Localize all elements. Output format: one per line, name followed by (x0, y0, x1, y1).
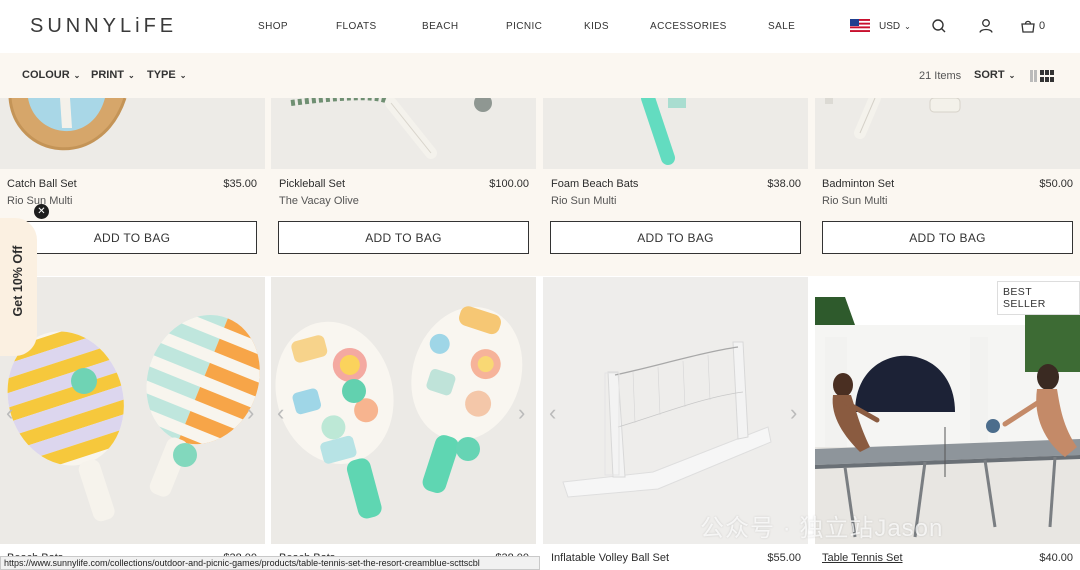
chevron-down-icon: ⌄ (904, 22, 911, 31)
product-price: $40.00 (1039, 552, 1073, 564)
chevron-down-icon: ⌄ (73, 71, 81, 80)
product-name[interactable]: Foam Beach Bats (551, 178, 638, 190)
items-count: 21 Items (919, 70, 962, 82)
chevron-down-icon: ⌄ (128, 71, 135, 80)
main-nav: SHOP FLOATS BEACH PICNIC KIDS ACCESSORIE… (258, 21, 808, 32)
product-image-beach-bats-yellow[interactable] (0, 277, 265, 544)
carousel-next-icon[interactable]: › (790, 400, 797, 426)
product-image-badminton-set[interactable] (815, 98, 1080, 169)
search-icon[interactable] (930, 17, 948, 35)
currency-selector[interactable]: USD ⌄ (879, 21, 911, 32)
nav-beach[interactable]: BEACH (422, 21, 506, 32)
product-price: $100.00 (489, 178, 529, 190)
filter-type-label: TYPE (147, 69, 176, 81)
nav-picnic[interactable]: PICNIC (506, 21, 584, 32)
product-image-beach-bats-stickers[interactable] (271, 277, 536, 544)
chevron-down-icon: ⌄ (1008, 71, 1016, 80)
account-icon[interactable] (977, 17, 995, 35)
brand-logo[interactable]: SUNNYLiFE (30, 15, 177, 38)
product-price: $55.00 (767, 552, 801, 564)
nav-accessories[interactable]: ACCESSORIES (650, 21, 768, 32)
add-to-bag-button[interactable]: ADD TO BAG (822, 221, 1073, 254)
watermark-text: 公众号 · 独立站Jason (700, 515, 944, 542)
chevron-down-icon: ⌄ (179, 71, 187, 80)
product-image-catch-ball-set[interactable] (0, 98, 265, 169)
link-status-bar: https://www.sunnylife.com/collections/ou… (0, 556, 540, 570)
product-image-foam-beach-bats[interactable] (543, 98, 808, 169)
filter-type[interactable]: TYPE ⌄ (147, 69, 186, 81)
carousel-next-icon[interactable]: › (247, 400, 254, 426)
product-image-inflatable-volley-ball-set[interactable] (543, 277, 808, 544)
sort-label: SORT (974, 69, 1005, 81)
us-flag-icon[interactable] (850, 19, 870, 32)
product-image-table-tennis-set[interactable] (815, 277, 1080, 544)
product-image-pickleball-set[interactable] (271, 98, 536, 169)
product-name[interactable]: Table Tennis Set (822, 552, 903, 564)
product-name[interactable]: Inflatable Volley Ball Set (551, 552, 669, 564)
cart-count[interactable]: 0 (1039, 20, 1045, 32)
add-to-bag-button[interactable]: ADD TO BAG (550, 221, 801, 254)
site-header: SUNNYLiFE SHOP FLOATS BEACH PICNIC KIDS … (0, 0, 1080, 53)
product-name[interactable]: Catch Ball Set (7, 178, 77, 190)
add-to-bag-button[interactable]: ADD TO BAG (278, 221, 529, 254)
product-colour: Rio Sun Multi (822, 195, 888, 207)
filter-print[interactable]: PRINT ⌄ (91, 69, 135, 81)
grid-view-icon[interactable] (1030, 70, 1058, 82)
product-name[interactable]: Badminton Set (822, 178, 894, 190)
product-price: $38.00 (767, 178, 801, 190)
product-colour: Rio Sun Multi (551, 195, 617, 207)
carousel-prev-icon[interactable]: ‹ (277, 400, 284, 426)
nav-shop[interactable]: SHOP (258, 21, 336, 32)
filter-colour-label: COLOUR (22, 69, 70, 81)
cart-icon[interactable] (1019, 17, 1037, 35)
add-to-bag-button[interactable]: ADD TO BAG (7, 221, 257, 254)
promo-tab-label[interactable]: Get 10% Off (11, 239, 25, 323)
product-price: $35.00 (223, 178, 257, 190)
filter-print-label: PRINT (91, 69, 124, 81)
product-name[interactable]: Pickleball Set (279, 178, 345, 190)
sort-dropdown[interactable]: SORT ⌄ (974, 69, 1015, 81)
product-colour: The Vacay Olive (279, 195, 359, 207)
nav-floats[interactable]: FLOATS (336, 21, 422, 32)
carousel-next-icon[interactable]: › (518, 400, 525, 426)
nav-sale[interactable]: SALE (768, 21, 808, 32)
nav-kids[interactable]: KIDS (584, 21, 650, 32)
carousel-prev-icon[interactable]: ‹ (549, 400, 556, 426)
best-seller-badge: BEST SELLER (997, 281, 1080, 315)
currency-label: USD (879, 21, 901, 32)
carousel-prev-icon[interactable]: ‹ (6, 400, 13, 426)
filter-colour[interactable]: COLOUR ⌄ (22, 69, 80, 81)
filter-bar: COLOUR ⌄ PRINT ⌄ TYPE ⌄ 21 Items SORT ⌄ (0, 53, 1080, 98)
product-price: $50.00 (1039, 178, 1073, 190)
close-icon[interactable]: ✕ (34, 204, 49, 219)
